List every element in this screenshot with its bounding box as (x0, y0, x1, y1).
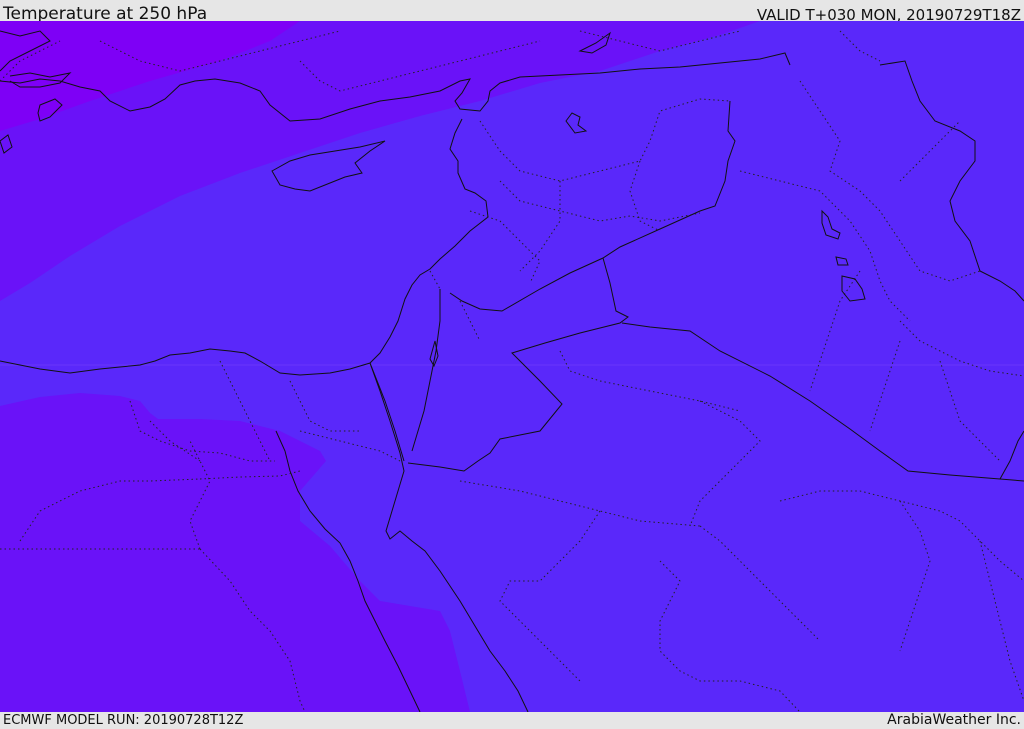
map-canvas[interactable] (0, 21, 1024, 712)
header-bar: Temperature at 250 hPa VALID T+030 MON, … (0, 0, 1024, 24)
model-run-label: ECMWF MODEL RUN: 20190728T12Z (3, 713, 244, 728)
weather-map[interactable] (0, 21, 1024, 712)
footer-bar: ECMWF MODEL RUN: 20190728T12Z ArabiaWeat… (0, 712, 1024, 729)
credit-label: ArabiaWeather Inc. (887, 712, 1021, 728)
